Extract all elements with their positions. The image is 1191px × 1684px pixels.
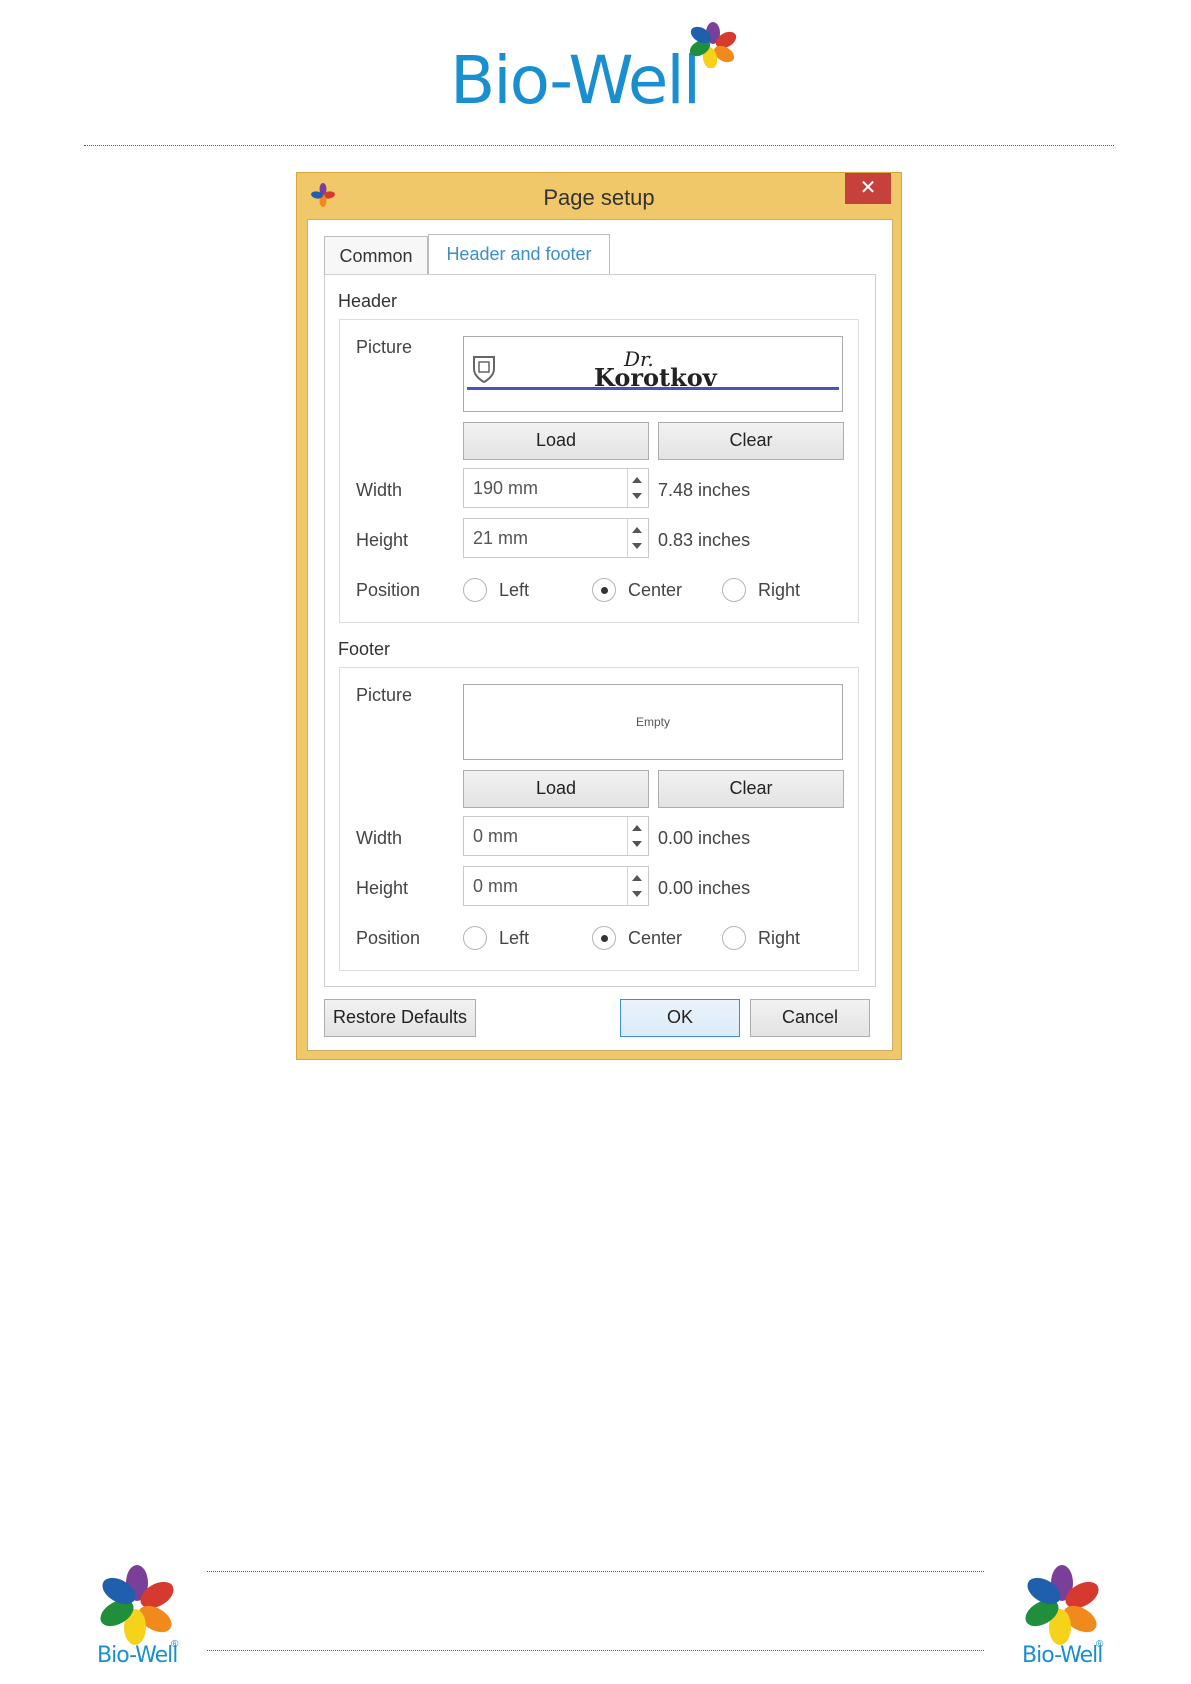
header-clear-button[interactable]: Clear bbox=[658, 422, 844, 460]
brand-wordmark: Bio-Well bbox=[450, 42, 701, 119]
spin-arrows-icon[interactable] bbox=[627, 469, 648, 507]
spin-arrows-icon[interactable] bbox=[627, 519, 648, 557]
header-width-value: 190 mm bbox=[473, 478, 539, 498]
spin-arrows-icon[interactable] bbox=[627, 867, 648, 905]
restore-defaults-button[interactable]: Restore Defaults bbox=[324, 999, 476, 1037]
header-position-label: Position bbox=[356, 580, 421, 600]
header-height-spinbox[interactable]: 21 mm bbox=[463, 518, 649, 558]
header-position-center-radio[interactable] bbox=[592, 578, 616, 602]
cancel-button[interactable]: Cancel bbox=[750, 999, 870, 1037]
ok-button[interactable]: OK bbox=[620, 999, 740, 1037]
footer-group: Picture Empty Load Clear Width 0 mm 0.00… bbox=[339, 667, 859, 971]
header-position-left-radio[interactable] bbox=[463, 578, 487, 602]
spin-arrows-icon[interactable] bbox=[627, 817, 648, 855]
footer-height-spinbox[interactable]: 0 mm bbox=[463, 866, 649, 906]
header-position-right-label: Right bbox=[758, 580, 801, 600]
footer-width-inches: 0.00 inches bbox=[658, 828, 751, 848]
close-icon: ✕ bbox=[859, 177, 877, 199]
footer-position-right-radio[interactable] bbox=[722, 926, 746, 950]
footer-picture-label: Picture bbox=[356, 685, 413, 705]
page-setup-dialog: Page setup ✕ Common Header and footer He… bbox=[296, 172, 902, 1060]
footer-height-value: 0 mm bbox=[473, 876, 518, 896]
header-position-center-label: Center bbox=[628, 580, 683, 600]
top-divider bbox=[84, 145, 1114, 146]
footer-divider-top bbox=[207, 1571, 984, 1572]
footer-height-inches: 0.00 inches bbox=[658, 878, 751, 898]
registered-mark-right: ® bbox=[1096, 1639, 1104, 1650]
header-width-spinbox[interactable]: 190 mm bbox=[463, 468, 649, 508]
dialog-titlebar[interactable]: Page setup ✕ bbox=[297, 173, 901, 219]
footer-picture-preview[interactable]: Empty bbox=[463, 684, 843, 760]
footer-logo-left: Bio-Well ® bbox=[95, 1565, 195, 1675]
header-picture-label: Picture bbox=[356, 337, 413, 357]
header-height-value: 21 mm bbox=[473, 528, 529, 548]
dialog-client: Common Header and footer Header Picture … bbox=[307, 219, 893, 1051]
flower-icon bbox=[1025, 1565, 1099, 1645]
dialog-title: Page setup bbox=[543, 185, 655, 210]
footer-height-label: Height bbox=[356, 878, 409, 898]
header-position-left-label: Left bbox=[499, 580, 530, 600]
header-picture-logo-prefix: Dr. bbox=[624, 347, 654, 371]
flower-icon bbox=[689, 22, 737, 68]
crest-icon bbox=[473, 356, 495, 384]
footer-position-label: Position bbox=[356, 928, 421, 948]
header-height-label: Height bbox=[356, 530, 409, 550]
footer-clear-button[interactable]: Clear bbox=[658, 770, 844, 808]
footer-position-left-label: Left bbox=[499, 928, 530, 948]
footer-divider-bottom bbox=[207, 1650, 984, 1651]
footer-position-right-label: Right bbox=[758, 928, 801, 948]
tab-common[interactable]: Common bbox=[324, 236, 428, 274]
header-width-inches: 7.48 inches bbox=[658, 480, 751, 500]
footer-position-left-radio[interactable] bbox=[463, 926, 487, 950]
header-position-right-radio[interactable] bbox=[722, 578, 746, 602]
footer-picture-empty-text: Empty bbox=[635, 715, 670, 729]
header-group: Picture Dr. Korotkov Load Clear Width 19… bbox=[339, 319, 859, 623]
tab-header-and-footer[interactable]: Header and footer bbox=[428, 234, 610, 274]
close-button[interactable]: ✕ bbox=[845, 173, 891, 204]
footer-width-label: Width bbox=[356, 828, 403, 848]
footer-wordmark-left: Bio-Well bbox=[97, 1643, 178, 1668]
header-width-label: Width bbox=[356, 480, 403, 500]
header-picture-underline bbox=[467, 387, 839, 390]
header-section-title: Header bbox=[338, 291, 398, 311]
header-height-inches: 0.83 inches bbox=[658, 530, 751, 550]
footer-load-button[interactable]: Load bbox=[463, 770, 649, 808]
flower-icon bbox=[100, 1565, 174, 1645]
registered-mark-left: ® bbox=[171, 1639, 179, 1650]
footer-wordmark-right: Bio-Well bbox=[1022, 1643, 1103, 1668]
footer-width-value: 0 mm bbox=[473, 826, 518, 846]
brand-logo: Bio-Well bbox=[450, 22, 750, 122]
tab-panel: Header Picture Dr. Korotkov Load Clear W… bbox=[324, 274, 876, 987]
footer-width-spinbox[interactable]: 0 mm bbox=[463, 816, 649, 856]
footer-section-title: Footer bbox=[338, 639, 391, 659]
footer-logo-right: Bio-Well ® bbox=[1020, 1565, 1120, 1675]
header-load-button[interactable]: Load bbox=[463, 422, 649, 460]
header-picture-preview[interactable]: Dr. Korotkov bbox=[463, 336, 843, 412]
footer-position-center-radio[interactable] bbox=[592, 926, 616, 950]
footer-position-center-label: Center bbox=[628, 928, 683, 948]
